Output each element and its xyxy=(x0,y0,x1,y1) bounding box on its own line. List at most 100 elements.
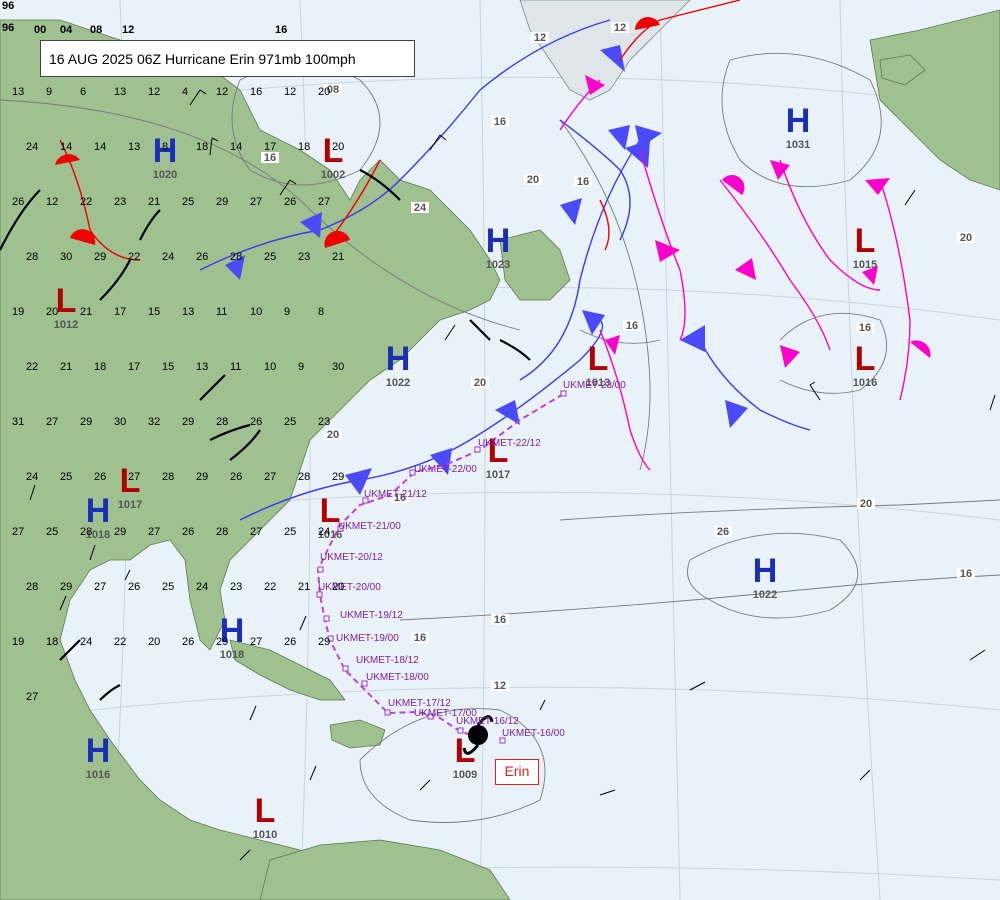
station-value: 24 xyxy=(26,471,38,483)
station-value: 12 xyxy=(46,196,58,208)
station-value: 25 xyxy=(264,251,276,263)
low-pressure-center: L1010 xyxy=(253,792,277,841)
pressure-letter: H xyxy=(786,102,811,140)
pressure-letter: H xyxy=(386,340,411,378)
station-value: 21 xyxy=(60,361,72,373)
station-value: 29 xyxy=(114,526,126,538)
station-value: 11 xyxy=(216,306,227,318)
station-value: 18 xyxy=(94,361,106,373)
station-value: 19 xyxy=(12,306,24,318)
low-pressure-center: L1017 xyxy=(118,462,142,511)
isobar-label: 20 xyxy=(474,377,486,389)
pressure-letter: H xyxy=(753,552,778,590)
isobar-label: 20 xyxy=(327,429,339,441)
station-value: 23 xyxy=(230,581,242,593)
pressure-letter: L xyxy=(455,732,476,770)
station-value: 27 xyxy=(12,526,24,538)
station-value: 28 xyxy=(80,526,92,538)
storm-name-label[interactable]: Erin xyxy=(495,759,539,785)
station-value: 13 xyxy=(114,86,126,98)
station-value: 15 xyxy=(162,361,174,373)
pressure-letter: L xyxy=(255,792,276,830)
station-value: 30 xyxy=(60,251,72,263)
station-value: 26 xyxy=(284,636,296,648)
station-value: 24 xyxy=(162,251,174,263)
station-value: 30 xyxy=(114,416,126,428)
station-value: 31 xyxy=(12,416,24,428)
station-value: 29 xyxy=(332,471,344,483)
isobar-label: 20 xyxy=(527,174,539,186)
station-value: 21 xyxy=(332,251,344,263)
track-point-label: UKMET-23/00 xyxy=(563,380,626,391)
station-value: 24 xyxy=(26,141,38,153)
track-point-label: UKMET-20/00 xyxy=(318,582,381,593)
top-strip-label: 00 xyxy=(34,24,47,36)
pressure-value: 1010 xyxy=(253,829,277,841)
station-value: 10 xyxy=(264,361,276,373)
top-strip-label: 08 xyxy=(90,24,103,36)
isobar-label: 20 xyxy=(860,498,872,510)
station-value: 25 xyxy=(46,526,58,538)
station-value: 25 xyxy=(284,416,296,428)
station-value: 32 xyxy=(148,416,160,428)
isobar-label: 12 xyxy=(614,22,626,34)
track-point-label: UKMET-22/00 xyxy=(414,464,477,475)
station-value: 10 xyxy=(250,306,262,318)
station-value: 27 xyxy=(148,526,160,538)
station-value: 25 xyxy=(60,471,72,483)
pressure-value: 1020 xyxy=(153,169,177,181)
station-value: 8 xyxy=(162,141,168,153)
station-value: 29 xyxy=(94,251,106,263)
isobar-label: 24 xyxy=(414,202,427,214)
station-value: 20 xyxy=(46,306,58,318)
station-value: 23 xyxy=(298,251,310,263)
station-value: 26 xyxy=(230,471,242,483)
station-value: 11 xyxy=(230,361,241,373)
top-strip-label: 16 xyxy=(275,24,288,36)
station-value: 17 xyxy=(128,361,140,373)
station-value: 26 xyxy=(182,526,194,538)
high-pressure-center: H1022 xyxy=(753,552,778,601)
station-value: 22 xyxy=(114,636,126,648)
track-point-label: UKMET-19/12 xyxy=(340,610,403,621)
station-value: 27 xyxy=(250,196,262,208)
station-value: 9 xyxy=(298,361,304,373)
low-pressure-center: L1002 xyxy=(321,132,345,181)
pressure-value: 1031 xyxy=(786,139,810,151)
top-strip-label: 12 xyxy=(122,24,135,36)
station-value: 26 xyxy=(128,581,140,593)
station-value: 23 xyxy=(114,196,126,208)
isobar-label: 16 xyxy=(264,152,276,164)
track-point-label: UKMET-21/12 xyxy=(364,489,427,500)
station-value: 22 xyxy=(128,251,140,263)
station-value: 27 xyxy=(46,416,58,428)
track-point-label: UKMET-21/00 xyxy=(338,521,401,532)
station-value: 27 xyxy=(94,581,106,593)
pressure-value: 1016 xyxy=(86,769,110,781)
station-value: 29 xyxy=(60,581,72,593)
station-value: 18 xyxy=(196,141,208,153)
weather-map[interactable]: H 1020 L 1002 H 1023 H 1031 L 1015 L 1012 H 1022 L 1013… xyxy=(0,0,1000,900)
station-value: 26 xyxy=(12,196,24,208)
isobar-label: 12 xyxy=(494,680,506,692)
top-strip-label: 04 xyxy=(60,24,73,36)
pressure-value: 1015 xyxy=(853,259,877,271)
isobar-label: 26 xyxy=(717,526,729,538)
station-value: 17 xyxy=(264,141,276,153)
high-pressure-center: H1020 xyxy=(153,132,178,181)
pressure-value: 1012 xyxy=(54,319,78,331)
isobar-label: 16 xyxy=(960,568,972,580)
station-value: 27 xyxy=(250,636,262,648)
low-pressure-center: L1015 xyxy=(853,222,877,271)
station-value: 9 xyxy=(46,86,52,98)
station-value: 27 xyxy=(128,471,140,483)
station-value: 15 xyxy=(148,306,160,318)
track-point-label: UKMET-18/00 xyxy=(366,672,429,683)
pressure-value: 1009 xyxy=(453,769,477,781)
station-value: 18 xyxy=(46,636,58,648)
isobar-label: 16 xyxy=(859,322,871,334)
station-value: 28 xyxy=(216,416,228,428)
map-title: 16 AUG 2025 06Z Hurricane Erin 971mb 100… xyxy=(40,40,415,77)
station-value: 26 xyxy=(196,251,208,263)
station-value: 25 xyxy=(162,581,174,593)
